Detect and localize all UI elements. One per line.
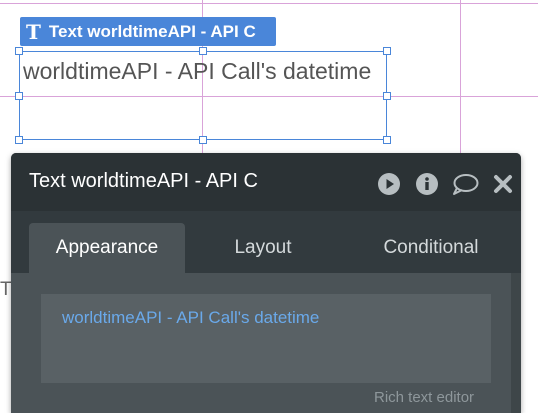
tab-conditional[interactable]: Conditional [341,223,521,273]
selected-element-tag[interactable]: T Text worldtimeAPI - API C [20,17,276,46]
close-icon[interactable] [491,172,515,196]
panel-scrollbar[interactable] [511,273,521,413]
comment-icon[interactable] [451,172,479,196]
resize-handle-bottom-left[interactable] [15,136,23,144]
tab-layout[interactable]: Layout [195,223,331,273]
info-icon[interactable] [415,172,439,196]
canvas-guide-top [0,3,538,4]
property-editor-header[interactable]: Text worldtimeAPI - API C [11,153,521,211]
dynamic-expression-token[interactable]: worldtimeAPI - API Call's datetime [62,308,319,327]
resize-handle-top-center[interactable] [199,47,207,55]
selected-text-element[interactable]: worldtimeAPI - API Call's datetime [19,51,387,140]
text-element-icon: T [26,19,41,44]
resize-handle-middle-left[interactable] [15,92,23,100]
selected-text-content: worldtimeAPI - API Call's datetime [23,58,372,84]
resize-handle-top-right[interactable] [383,47,391,55]
tab-appearance[interactable]: Appearance [29,223,185,273]
rich-text-editor-link[interactable]: Rich text editor [374,389,474,406]
resize-handle-middle-right[interactable] [383,92,391,100]
property-editor-tabs: Appearance Layout Conditional [11,211,521,273]
property-editor-panel: Text worldtimeAPI - API C Appearance Lay… [11,153,521,413]
resize-handle-top-left[interactable] [15,47,23,55]
text-content-field[interactable]: worldtimeAPI - API Call's datetime [41,294,491,383]
selected-element-tag-label: Text worldtimeAPI - API C [48,21,256,41]
resize-handle-bottom-center[interactable] [199,136,207,144]
resize-handle-bottom-right[interactable] [383,136,391,144]
canvas-guide-right [460,0,461,153]
property-editor-title: Text worldtimeAPI - API C [29,170,258,192]
appearance-tab-content: worldtimeAPI - API Call's datetime Rich … [11,273,521,413]
preview-play-icon[interactable] [377,172,401,196]
